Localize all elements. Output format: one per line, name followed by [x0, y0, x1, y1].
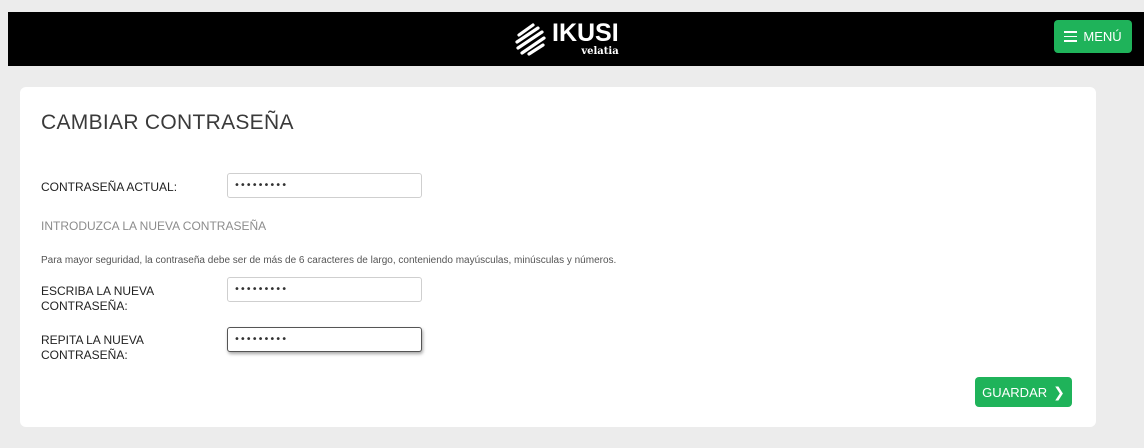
save-button-label: GUARDAR [982, 384, 1048, 400]
new-password-section-heading: INTRODUZCA LA NUEVA CONTRASEÑA [41, 219, 267, 233]
menu-button[interactable]: MENÚ [1054, 20, 1132, 53]
repeat-password-input[interactable] [227, 327, 422, 352]
page-title: CAMBIAR CONTRASEÑA [41, 111, 294, 134]
repeat-password-label-line1: REPITA LA NUEVA [41, 333, 144, 347]
change-password-card: CAMBIAR CONTRASEÑA CONTRASEÑA ACTUAL: IN… [20, 87, 1096, 427]
current-password-input[interactable] [227, 173, 422, 198]
chevron-right-icon: ❯ [1053, 383, 1065, 400]
hamburger-icon [1064, 28, 1078, 45]
new-password-label: ESCRIBA LA NUEVA CONTRASEÑA: [41, 284, 154, 314]
new-password-label-line1: ESCRIBA LA NUEVA [41, 284, 155, 298]
menu-button-label: MENÚ [1083, 29, 1122, 44]
repeat-password-label-line2: CONTRASEÑA: [41, 348, 128, 362]
top-bar: IKUSI velatia MENÚ [8, 12, 1144, 66]
logo-text: IKUSI velatia [552, 21, 619, 57]
logo-subtitle: velatia [581, 46, 619, 57]
save-button[interactable]: GUARDAR ❯ [975, 377, 1072, 407]
logo-brand: IKUSI [552, 19, 619, 47]
new-password-input[interactable] [227, 277, 422, 302]
password-requirements-hint: Para mayor seguridad, la contraseña debe… [41, 255, 617, 266]
new-password-label-line2: CONTRASEÑA: [41, 299, 128, 313]
repeat-password-label: REPITA LA NUEVA CONTRASEÑA: [41, 333, 144, 363]
current-password-label: CONTRASEÑA ACTUAL: [41, 180, 178, 194]
logo[interactable]: IKUSI velatia [513, 17, 633, 61]
ikusi-logo-icon [515, 23, 546, 56]
